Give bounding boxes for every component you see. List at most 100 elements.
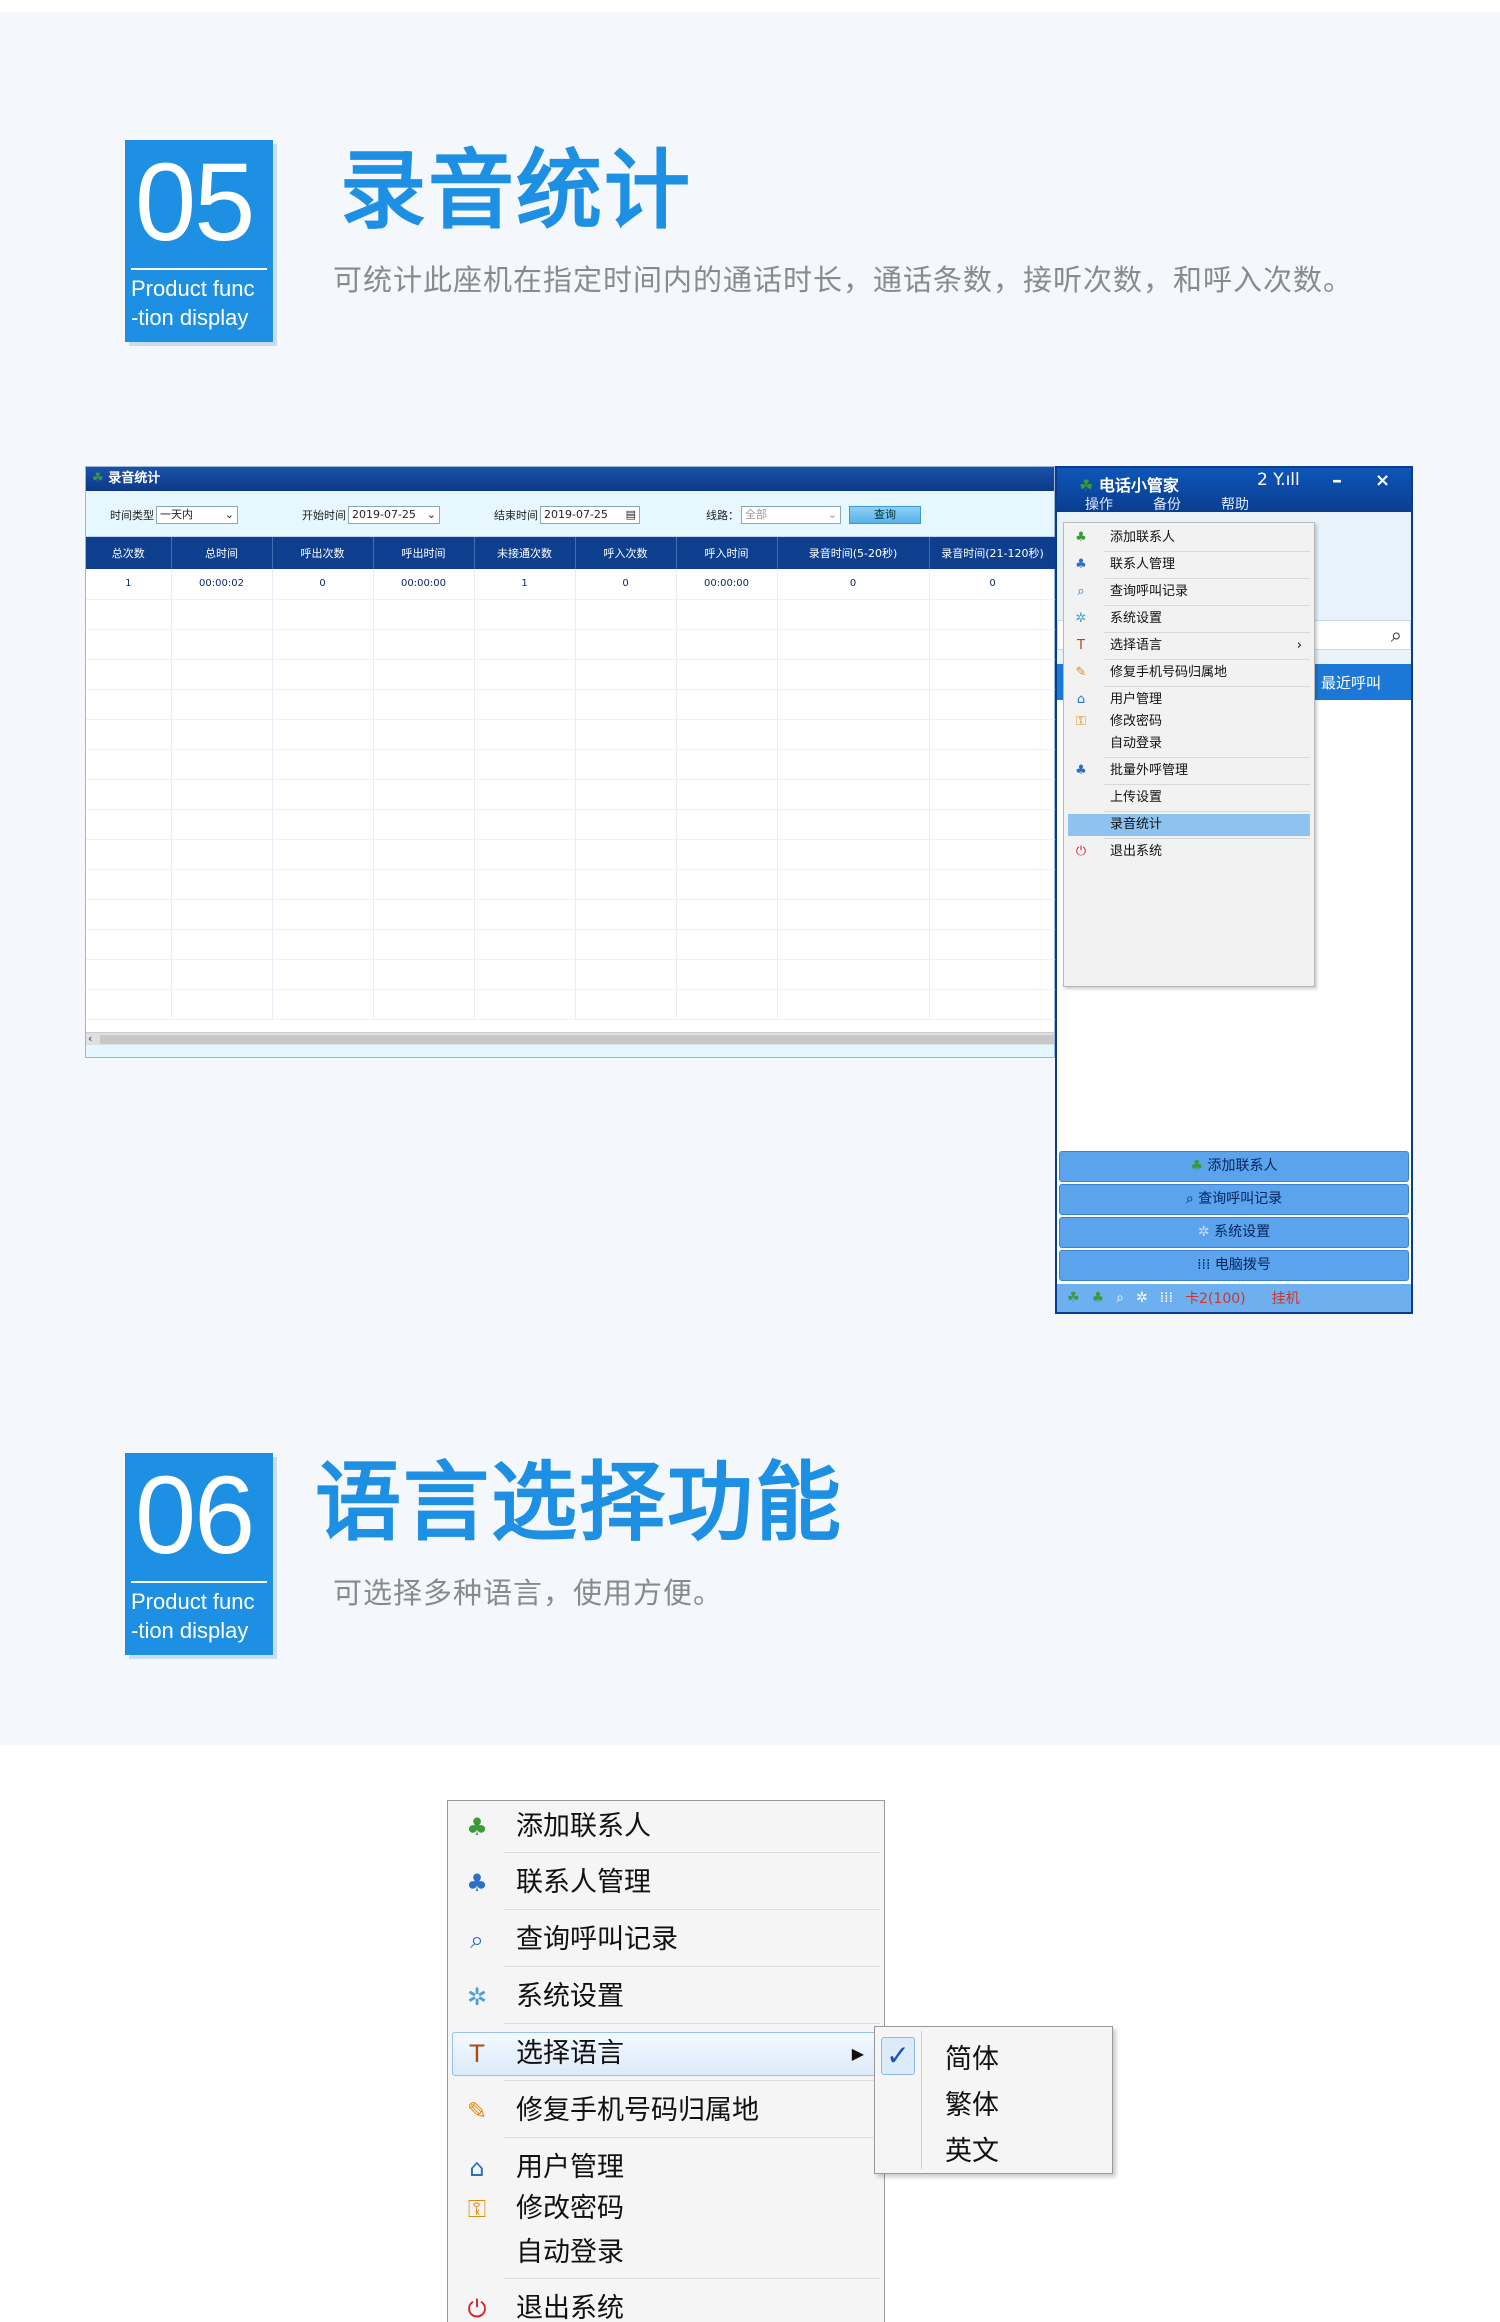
font-icon: T	[469, 2040, 485, 2068]
table-cell	[373, 869, 475, 900]
time-type-value: 一天内	[160, 508, 193, 521]
table-cell	[272, 839, 374, 870]
key-icon: ⚿	[1076, 714, 1086, 729]
close-icon[interactable]: ×	[1375, 470, 1390, 491]
empty-table-row	[86, 749, 1057, 780]
user-icon: ⌂	[469, 2154, 485, 2182]
table-cell	[373, 629, 475, 660]
menu-item-add-contact[interactable]: ♣ 添加联系人	[448, 1805, 884, 1849]
table-cell	[171, 599, 273, 630]
table-cell	[474, 689, 576, 720]
table-cell	[575, 719, 677, 750]
menu-item-label: 用户管理	[516, 2152, 624, 2183]
end-time-picker[interactable]: 2019-07-25 ▤	[540, 506, 640, 524]
table-cell	[777, 899, 930, 930]
menu-item-user-manage[interactable]: ⌂ 用户管理	[1064, 689, 1314, 711]
magnifier-icon[interactable]: ⌕	[1116, 1290, 1124, 1306]
start-time-picker[interactable]: 2019-07-25 ⌄	[348, 506, 440, 524]
language-option-traditional[interactable]: 繁体	[945, 2083, 999, 2122]
column-header[interactable]: 总时间	[171, 537, 273, 569]
column-header[interactable]: 呼入次数	[575, 537, 677, 569]
menu-item-user-manage[interactable]: ⌂ 用户管理	[448, 2146, 884, 2190]
table-cell	[171, 899, 273, 930]
menu-item-settings[interactable]: ✲ 系统设置	[1064, 608, 1314, 630]
search-icon[interactable]: ⌕	[1391, 623, 1402, 647]
table-row[interactable]: 1 00:00:02 0 00:00:00 1 0 00:00:00 0 0	[86, 569, 1057, 600]
table-cell	[777, 659, 930, 690]
app-icon: ☘	[1079, 476, 1094, 495]
menu-item-auto-login[interactable]: 自动登录	[448, 2231, 884, 2275]
query-button[interactable]: 查询	[849, 506, 921, 524]
power-icon: ⏻	[467, 2295, 487, 2322]
table-cell: 1	[474, 569, 576, 600]
tab-recent-calls-label: 最近呼叫	[1320, 674, 1381, 692]
add-contact-label: 添加联系人	[1207, 1158, 1278, 1174]
table-cell	[474, 809, 576, 840]
menu-backup[interactable]: 备份	[1153, 494, 1181, 514]
minimize-icon[interactable]: –	[1332, 468, 1342, 492]
table-cell	[575, 629, 677, 660]
column-header[interactable]: 呼出时间	[373, 537, 475, 569]
gear-icon[interactable]: ✲	[1136, 1290, 1148, 1306]
table-cell	[86, 719, 172, 750]
menu-item-recording-stats[interactable]: 录音统计	[1068, 814, 1310, 836]
table-cell	[575, 929, 677, 960]
menu-item-auto-login[interactable]: 自动登录	[1064, 733, 1314, 755]
menu-item-language[interactable]: T 选择语言 ›	[1064, 635, 1314, 657]
table-cell	[474, 719, 576, 750]
column-header[interactable]: 录音时间(5-20秒)	[777, 537, 930, 569]
pc-dial-label: 电脑拨号	[1214, 1257, 1271, 1273]
menu-item-call-records[interactable]: ⌕ 查询呼叫记录	[1064, 581, 1314, 603]
menu-item-exit[interactable]: ⏻ 退出系统	[1064, 841, 1314, 863]
menu-item-upload-settings[interactable]: 上传设置	[1064, 787, 1314, 809]
phone-title: ☘ 电话小管家	[1079, 472, 1179, 496]
table-cell	[777, 989, 930, 1020]
time-type-select[interactable]: 一天内 ⌄	[156, 506, 238, 524]
menu-operate[interactable]: 操作	[1085, 494, 1113, 514]
menu-item-language[interactable]: T 选择语言 ▶	[448, 2032, 884, 2076]
column-header[interactable]: 录音时间(21-120秒)	[929, 537, 1057, 569]
column-header[interactable]: 总次数	[86, 537, 172, 569]
menu-item-add-contact[interactable]: ♣ 添加联系人	[1064, 527, 1314, 549]
section-tag: Product func -tion display	[131, 1587, 255, 1645]
scroll-left-icon[interactable]: ‹	[88, 1032, 92, 1045]
user-icon: ⌂	[1076, 692, 1086, 707]
menu-item-call-records[interactable]: ⌕ 查询呼叫记录	[448, 1918, 884, 1962]
line-select[interactable]: 全部 ⌄	[741, 506, 841, 524]
menu-item-change-password[interactable]: ⚿ 修改密码	[448, 2187, 884, 2231]
column-header[interactable]: 未接通次数	[474, 537, 576, 569]
column-header[interactable]: 呼入时间	[676, 537, 778, 569]
menu-item-change-password[interactable]: ⚿ 修改密码	[1064, 711, 1314, 733]
call-records-button[interactable]: ⌕ 查询呼叫记录	[1059, 1184, 1409, 1215]
language-option-simplified[interactable]: 简体	[945, 2037, 999, 2076]
table-cell	[373, 839, 475, 870]
table-cell	[777, 749, 930, 780]
menu-item-contacts[interactable]: ♣ 联系人管理	[448, 1861, 884, 1905]
menu-item-contacts[interactable]: ♣ 联系人管理	[1064, 554, 1314, 576]
table-cell	[86, 809, 172, 840]
column-header[interactable]: 呼出次数	[272, 537, 374, 569]
menu-item-batch-call[interactable]: ♣ 批量外呼管理	[1064, 760, 1314, 782]
table-cell	[474, 989, 576, 1020]
menu-separator	[504, 1909, 880, 1910]
add-contact-icon[interactable]: ♣	[1092, 1290, 1105, 1306]
card-status: 卡2(100)	[1185, 1291, 1246, 1307]
language-option-english[interactable]: 英文	[945, 2129, 999, 2168]
app-icon[interactable]: ☘	[1067, 1290, 1080, 1306]
menu-item-exit[interactable]: ⏻ 退出系统	[448, 2287, 884, 2322]
menu-item-settings[interactable]: ✲ 系统设置	[448, 1975, 884, 2019]
add-contact-button[interactable]: ♣ 添加联系人	[1059, 1151, 1409, 1182]
scrollbar-thumb[interactable]	[100, 1035, 1054, 1044]
menu-item-label: 修改密码	[1110, 714, 1163, 729]
system-settings-button[interactable]: ✲ 系统设置	[1059, 1217, 1409, 1248]
menu-item-repair-location[interactable]: ✎ 修复手机号码归属地	[448, 2089, 884, 2133]
table-cell	[777, 929, 930, 960]
menu-item-repair-location[interactable]: ✎ 修复手机号码归属地	[1064, 662, 1314, 684]
menu-help[interactable]: 帮助	[1221, 494, 1249, 514]
pc-dial-button[interactable]: ⁞⁞⁞ 电脑拨号	[1059, 1250, 1409, 1281]
stats-window-title: 录音统计	[108, 471, 161, 486]
app-icon: ☘	[92, 471, 104, 486]
table-cell	[474, 899, 576, 930]
keypad-icon[interactable]: ⁞⁞⁞	[1160, 1290, 1173, 1306]
horizontal-scrollbar[interactable]: ‹	[86, 1032, 1054, 1046]
